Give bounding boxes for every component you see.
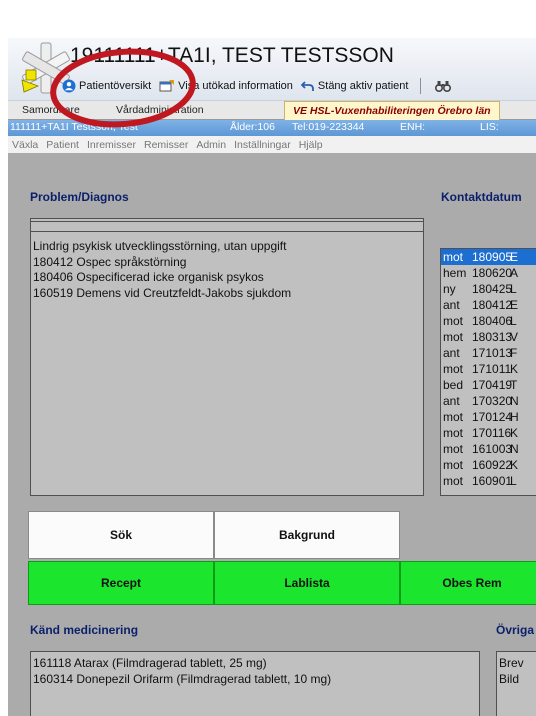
info-phone: Tel:019-223344: [292, 121, 365, 133]
table-row[interactable]: mot 180313 V: [441, 329, 536, 345]
table-row[interactable]: mot 160901 L: [441, 473, 536, 489]
kontaktdatum-list[interactable]: mot 180905 E hem 180620 A ny 180425 L ant 18041…: [440, 248, 536, 496]
patient-title: 19111111+TA1I, TEST TESTSSON: [70, 44, 394, 67]
obes-rem-button[interactable]: Obes Rem: [400, 561, 536, 605]
kontaktdatum-title: Kontaktdatum: [441, 190, 522, 204]
menu-hjalp[interactable]: Hjälp: [299, 139, 323, 151]
binoculars-icon[interactable]: [435, 79, 452, 93]
toolbar-separator: [420, 78, 422, 94]
list-item[interactable]: Bild: [497, 672, 536, 688]
info-enh: ENH:: [400, 121, 426, 133]
list-item[interactable]: 160519 Demens vid Creutzfeldt-Jakobs sju…: [31, 286, 423, 302]
menu-bar: Växla Patient Inremisser Remisser Admin …: [8, 136, 536, 153]
menu-patient[interactable]: Patient: [46, 139, 79, 151]
list-item[interactable]: Lindrig psykisk utvecklingsstörning, uta…: [31, 239, 423, 255]
table-row[interactable]: mot 180406 L: [441, 313, 536, 329]
table-row[interactable]: hem 180620 A: [441, 265, 536, 281]
ovriga-title: Övriga: [496, 623, 535, 637]
list-item[interactable]: 180406 Ospecificerad icke organisk psyko…: [31, 270, 423, 286]
list-item[interactable]: 161118 Atarax (Filmdragerad tablett, 25 …: [31, 656, 479, 672]
info-patient: 111111+TA1I Testsson, Test: [10, 121, 138, 133]
table-row[interactable]: mot 180905 E: [441, 249, 536, 265]
menu-remisser[interactable]: Remisser: [144, 139, 188, 151]
table-row[interactable]: mot 161003 N: [441, 441, 536, 457]
menu-installningar[interactable]: Inställningar: [234, 139, 291, 151]
menu-inremisser[interactable]: Inremisser: [87, 139, 136, 151]
toolbar-patient-overview[interactable]: Patientöversikt: [62, 79, 151, 93]
diagnosis-header-row: [31, 221, 423, 232]
toolbar-extended-info[interactable]: Visa utökad information: [159, 79, 293, 93]
tab-samordnare[interactable]: Samordnare: [22, 103, 80, 118]
app-window: 19111111+TA1I, TEST TESTSSON Patientöver…: [8, 38, 536, 716]
user-icon: [62, 79, 76, 93]
toolbar-extended-info-label: Visa utökad information: [178, 80, 293, 92]
table-row[interactable]: ant 171013 F: [441, 345, 536, 361]
lablista-button[interactable]: Lablista: [214, 561, 400, 605]
undo-icon: [300, 81, 314, 91]
list-item[interactable]: Brev: [497, 656, 536, 672]
recept-button[interactable]: Recept: [28, 561, 214, 605]
toolbar: Patientöversikt Visa utökad information …: [62, 76, 452, 96]
toolbar-close-patient[interactable]: Stäng aktiv patient: [300, 79, 409, 93]
ovriga-list[interactable]: Brev Bild: [496, 651, 536, 716]
table-row[interactable]: bed 170419 T: [441, 377, 536, 393]
module-tabs: Samordnare Vårdadministration VE HSL-Vux…: [8, 101, 536, 120]
kand-medicinering-title: Känd medicinering: [30, 623, 139, 637]
problem-diagnos-title: Problem/Diagnos: [30, 190, 129, 204]
info-window-icon: [159, 80, 175, 92]
table-row[interactable]: ant 180412 E: [441, 297, 536, 313]
toolbar-close-patient-label: Stäng aktiv patient: [317, 80, 409, 92]
table-row[interactable]: mot 171011 K: [441, 361, 536, 377]
toolbar-patient-overview-label: Patientöversikt: [79, 80, 152, 92]
problem-diagnos-list[interactable]: Lindrig psykisk utvecklingsstörning, uta…: [30, 218, 424, 496]
patient-info-bar: 111111+TA1I Testsson, Test Ålder:106 Tel…: [8, 120, 536, 136]
tab-vardadministration[interactable]: Vårdadministration: [116, 103, 204, 118]
table-row[interactable]: ny 180425 L: [441, 281, 536, 297]
menu-vaxla[interactable]: Växla: [12, 139, 38, 151]
list-item[interactable]: 160314 Donepezil Orifarm (Filmdragerad t…: [31, 672, 479, 688]
title-bar: 19111111+TA1I, TEST TESTSSON Patientöver…: [8, 38, 536, 101]
table-row[interactable]: mot 170124 H: [441, 409, 536, 425]
info-lis: LIS:: [480, 121, 499, 133]
table-row[interactable]: mot 170116 K: [441, 425, 536, 441]
info-age: Ålder:106: [230, 121, 275, 133]
table-row[interactable]: mot 160922 K: [441, 457, 536, 473]
menu-admin[interactable]: Admin: [196, 139, 226, 151]
sok-button[interactable]: Sök: [28, 511, 214, 559]
bakgrund-button[interactable]: Bakgrund: [214, 511, 400, 559]
table-row[interactable]: ant 170320 N: [441, 393, 536, 409]
medication-list[interactable]: 161118 Atarax (Filmdragerad tablett, 25 …: [30, 651, 480, 716]
list-item[interactable]: 180412 Ospec språkstörning: [31, 255, 423, 271]
tab-ve-hsl-vuxenhabiliteringen[interactable]: VE HSL-Vuxenhabiliteringen Örebro län: [284, 101, 500, 120]
